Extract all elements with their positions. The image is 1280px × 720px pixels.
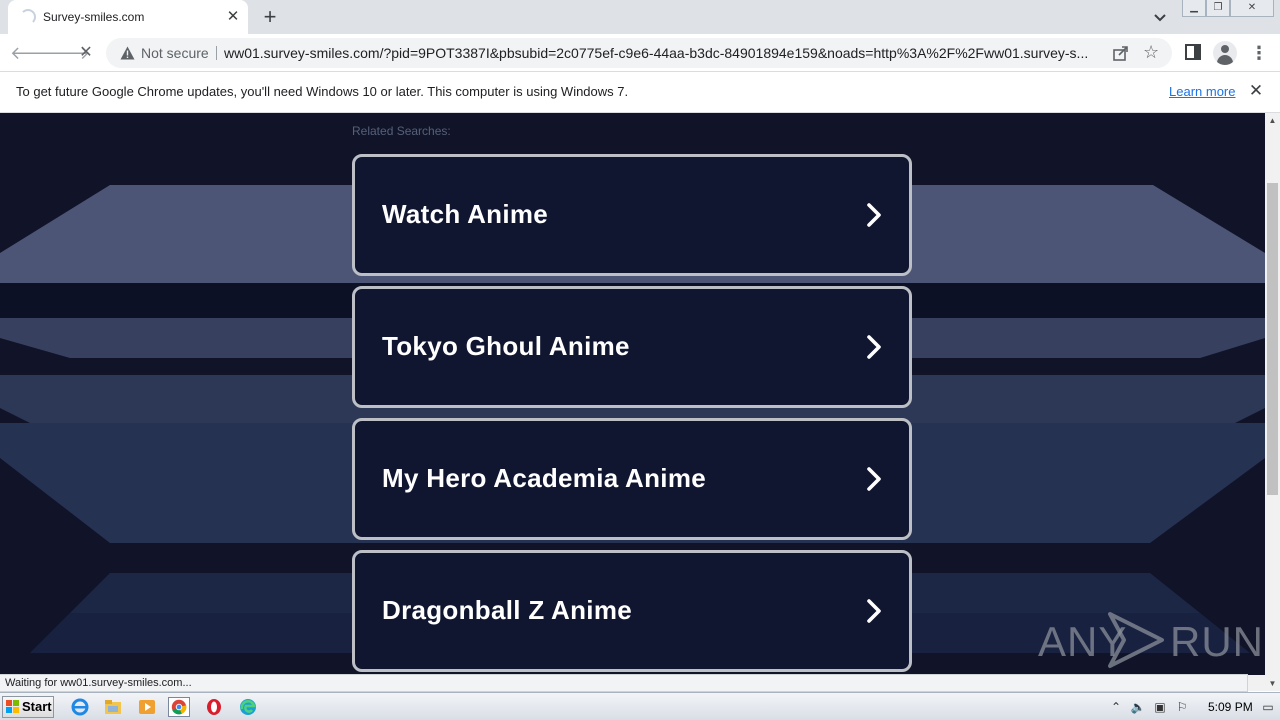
address-bar[interactable]: Not secure ww01.survey-smiles.com/?pid=9… — [106, 38, 1172, 68]
profile-avatar[interactable] — [1213, 41, 1237, 65]
omnibox-separator — [216, 46, 217, 60]
window-controls: ▁ ❐ ✕ — [1182, 0, 1274, 18]
tab-search-chevron-icon[interactable] — [1150, 7, 1170, 27]
start-button[interactable]: Start — [2, 696, 54, 718]
chevron-right-icon — [867, 467, 881, 491]
play-triangle-icon — [1108, 612, 1164, 668]
opera-icon[interactable] — [203, 697, 225, 717]
restore-button[interactable]: ❐ — [1206, 0, 1230, 17]
ie-icon[interactable] — [69, 697, 91, 717]
system-tray: ⌃ 🔈 ▣ ⚐ 5:09 PM ▭ — [1104, 695, 1280, 719]
chevron-right-icon — [867, 335, 881, 359]
kebab-menu-icon[interactable]: ⋮ — [1250, 41, 1268, 65]
learn-more-link[interactable]: Learn more — [1169, 84, 1235, 99]
minimize-button[interactable]: ▁ — [1182, 0, 1206, 17]
related-search-link-watch-anime[interactable]: Watch Anime — [352, 154, 912, 276]
infobar-close-icon[interactable]: ✕ — [1247, 82, 1265, 100]
windows-flag-icon — [6, 700, 19, 713]
tab-close-icon[interactable]: ✕ — [224, 8, 242, 26]
update-infobar: To get future Google Chrome updates, you… — [0, 72, 1280, 113]
start-label: Start — [22, 699, 52, 714]
side-panel-icon[interactable] — [1185, 44, 1201, 60]
related-search-label: Dragonball Z Anime — [382, 595, 633, 625]
taskbar-clock[interactable]: 5:09 PM — [1208, 700, 1253, 714]
volume-icon[interactable]: 🔈 — [1130, 699, 1146, 715]
not-secure-label[interactable]: Not secure — [141, 45, 209, 61]
related-searches-label: Related Searches: — [352, 124, 451, 138]
url-text[interactable]: ww01.survey-smiles.com/?pid=9POT3387I&pb… — [224, 45, 1104, 61]
stop-loading-button[interactable]: ✕ — [74, 41, 98, 65]
back-button[interactable]: 🡐 — [10, 41, 58, 65]
browser-tab[interactable]: Survey-smiles.com ✕ — [8, 0, 248, 34]
forward-button[interactable]: 🡒 — [42, 41, 90, 65]
related-search-label: Watch Anime — [382, 199, 549, 229]
chevron-right-icon — [867, 203, 881, 227]
related-search-label: My Hero Academia Anime — [382, 463, 706, 493]
vertical-scrollbar[interactable]: ▲ ▼ — [1265, 113, 1280, 691]
edge-icon[interactable] — [237, 697, 259, 717]
show-desktop-icon[interactable]: ▭ — [1260, 699, 1276, 715]
related-search-link-my-hero-academia[interactable]: My Hero Academia Anime — [352, 418, 912, 540]
status-bubble: Waiting for ww01.survey-smiles.com... — [0, 674, 1248, 692]
share-icon[interactable] — [1112, 44, 1130, 62]
media-player-icon[interactable] — [136, 697, 158, 717]
related-search-link-dragonball-z[interactable]: Dragonball Z Anime — [352, 550, 912, 672]
scroll-thumb[interactable] — [1267, 183, 1278, 495]
star-icon[interactable]: ☆ — [1143, 42, 1159, 62]
warning-icon[interactable] — [120, 46, 135, 60]
explorer-icon[interactable] — [102, 697, 124, 717]
related-search-link-tokyo-ghoul[interactable]: Tokyo Ghoul Anime — [352, 286, 912, 408]
watermark-text-right: RUN — [1170, 618, 1264, 665]
scroll-up-arrow-icon[interactable]: ▲ — [1265, 113, 1280, 128]
browser-toolbar: 🡐 🡒 ✕ Not secure ww01.survey-smiles.com/… — [0, 34, 1280, 72]
window-close-button[interactable]: ✕ — [1230, 0, 1274, 17]
anyrun-watermark: ANY RUN — [1038, 608, 1263, 672]
tray-expand-icon[interactable]: ⌃ — [1108, 699, 1124, 715]
loading-spinner-icon — [20, 9, 36, 25]
scroll-down-arrow-icon[interactable]: ▼ — [1265, 676, 1280, 691]
windows-taskbar: Start ⌃ 🔈 ▣ ⚐ 5:09 PM ▭ — [0, 692, 1280, 720]
infobar-message: To get future Google Chrome updates, you… — [16, 84, 629, 99]
chevron-right-icon — [867, 599, 881, 623]
action-center-flag-icon[interactable]: ⚐ — [1174, 699, 1190, 715]
related-search-label: Tokyo Ghoul Anime — [382, 331, 630, 361]
page-content: Related Searches: Watch Anime Tokyo Ghou… — [0, 113, 1265, 675]
tab-strip: Survey-smiles.com ✕ + ▁ ❐ ✕ — [0, 0, 1280, 34]
chrome-icon[interactable] — [168, 697, 190, 717]
tab-title: Survey-smiles.com — [43, 10, 145, 24]
network-icon[interactable]: ▣ — [1152, 699, 1168, 715]
new-tab-button[interactable]: + — [258, 5, 282, 29]
